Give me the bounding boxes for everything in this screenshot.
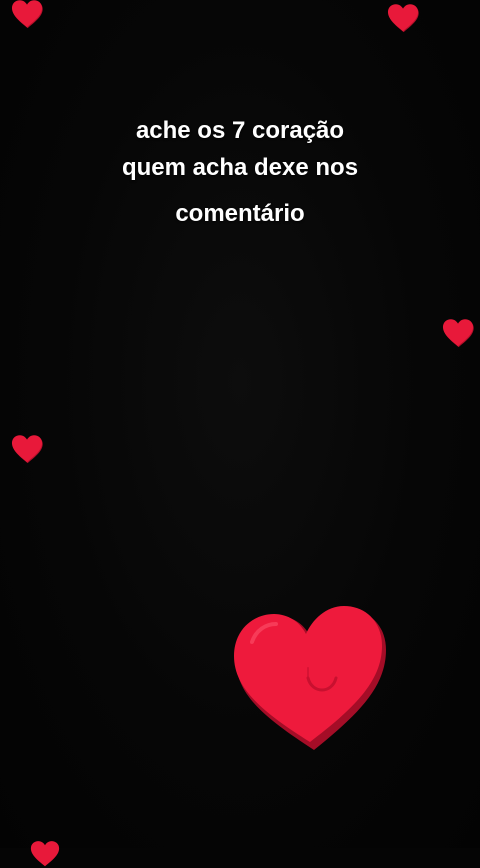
heart-icon[interactable] bbox=[228, 602, 388, 752]
heart-icon[interactable] bbox=[387, 3, 419, 33]
video-frame: ache os 7 coração quem acha dexe nos com… bbox=[0, 0, 480, 867]
heart-icon[interactable] bbox=[11, 0, 43, 29]
heart-icon[interactable] bbox=[30, 840, 60, 868]
heart-icon[interactable] bbox=[11, 434, 43, 464]
caption-line-2: quem acha dexe nos bbox=[121, 154, 359, 181]
heart-icon[interactable] bbox=[442, 318, 474, 348]
caption-line-1: ache os 7 coração bbox=[135, 117, 345, 144]
caption-line-3: comentário bbox=[175, 200, 305, 227]
